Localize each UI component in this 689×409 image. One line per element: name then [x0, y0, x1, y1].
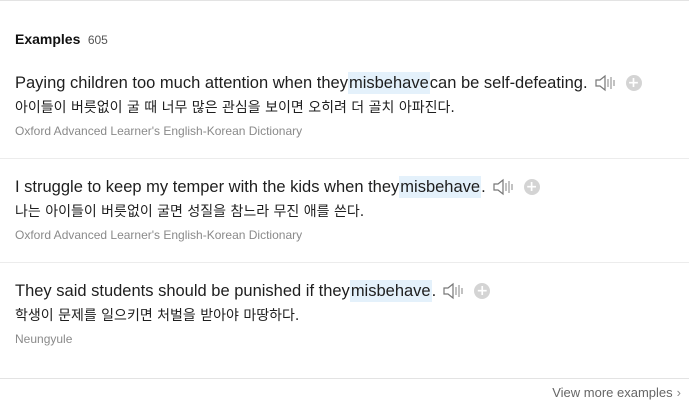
- example-item: They said students should be punished if…: [15, 280, 689, 347]
- example-translation: 학생이 문제를 일으키면 처벌을 받아야 마땅하다.: [15, 308, 300, 324]
- speaker-icon[interactable]: [442, 281, 466, 301]
- sentence-text: Paying children too much attention when …: [15, 74, 348, 92]
- example-sentence: I struggle to keep my temper with the ki…: [15, 176, 689, 198]
- example-item: I struggle to keep my temper with the ki…: [15, 176, 689, 243]
- view-more-label: View more examples: [552, 385, 673, 400]
- speaker-icon[interactable]: [594, 73, 618, 93]
- sentence-text: can be self-defeating.: [429, 74, 588, 92]
- speaker-icon[interactable]: [492, 177, 516, 197]
- footer-divider: [0, 378, 689, 379]
- add-to-wordbook-icon[interactable]: +: [625, 75, 642, 91]
- top-divider: [0, 0, 689, 1]
- view-more-examples-link[interactable]: View more examples ›: [552, 385, 681, 400]
- examples-count: 605: [87, 33, 108, 47]
- sentence-text: .: [481, 178, 486, 196]
- highlighted-word: misbehave: [349, 280, 432, 302]
- highlighted-word: misbehave: [399, 176, 482, 198]
- chevron-right-icon: ›: [676, 385, 681, 400]
- examples-header: Examples 605: [15, 30, 108, 48]
- sentence-text: They said students should be punished if…: [15, 282, 350, 300]
- example-source: Oxford Advanced Learner's English-Korean…: [15, 124, 303, 138]
- example-sentence: Paying children too much attention when …: [15, 72, 689, 94]
- highlighted-word: misbehave: [347, 72, 430, 94]
- example-item: Paying children too much attention when …: [15, 72, 689, 139]
- example-translation: 나는 아이들이 버릇없이 굴면 성질을 참느라 무진 애를 쓴다.: [15, 204, 365, 220]
- add-to-wordbook-icon[interactable]: +: [523, 179, 540, 195]
- example-source: Neungyule: [15, 332, 73, 346]
- examples-title: Examples: [15, 31, 81, 47]
- example-divider: [0, 158, 689, 159]
- sentence-text: .: [431, 282, 437, 300]
- example-divider: [0, 262, 689, 263]
- add-to-wordbook-icon[interactable]: +: [474, 283, 491, 299]
- example-sentence: They said students should be punished if…: [15, 280, 689, 302]
- sentence-text: I struggle to keep my temper with the ki…: [15, 178, 400, 196]
- example-translation: 아이들이 버릇없이 굴 때 너무 많은 관심을 보이면 오히려 더 골치 아파진…: [15, 100, 455, 116]
- example-source: Oxford Advanced Learner's English-Korean…: [15, 228, 303, 242]
